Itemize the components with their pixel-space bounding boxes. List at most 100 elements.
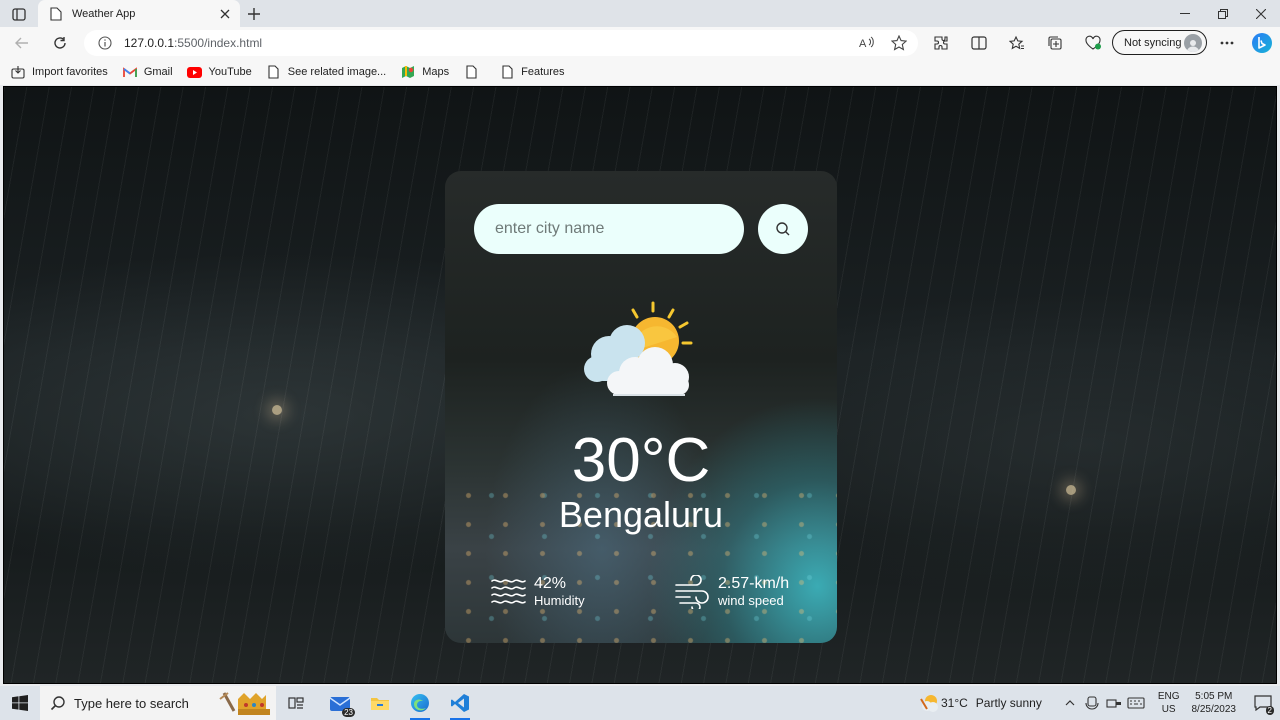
restore-icon[interactable] xyxy=(1204,0,1242,27)
taskbar-weather-desc: Partly sunny xyxy=(975,696,1042,710)
wind-label: wind speed xyxy=(718,593,784,608)
street-lamp-glow xyxy=(272,405,282,415)
tab-strip: Weather App xyxy=(0,0,1280,27)
favorite-label: Import favorites xyxy=(32,66,108,78)
url-path: :5500/index.html xyxy=(174,36,263,50)
search-icon xyxy=(50,696,65,711)
search-icon xyxy=(776,222,790,236)
favorite-label: Features xyxy=(521,66,565,78)
taskbar-weather-temp: 31°C xyxy=(940,696,968,710)
favorites-bar: Import favorites Gmail YouTube See relat… xyxy=(0,59,1280,85)
humidity-waves-icon xyxy=(491,579,526,604)
humidity-label: Humidity xyxy=(534,593,585,608)
system-tray: 31°C Partly sunny ENG US 5:05 PM 8/25/20… xyxy=(919,686,1280,720)
collections-icon[interactable] xyxy=(1042,32,1068,54)
split-screen-icon[interactable] xyxy=(966,32,992,54)
page-icon xyxy=(499,64,515,80)
favorite-label: See related image... xyxy=(287,66,387,78)
language-code: ENG xyxy=(1157,691,1180,702)
search-button[interactable] xyxy=(758,204,808,254)
mail-badge: 23 xyxy=(342,708,355,717)
bing-copilot-icon[interactable] xyxy=(1249,32,1275,54)
taskbar: Type here to search 23 31°C Partly sunny… xyxy=(0,686,1280,720)
window-controls xyxy=(1166,0,1280,27)
read-aloud-icon[interactable]: A xyxy=(854,33,880,53)
clock[interactable]: 5:05 PM 8/25/2023 xyxy=(1192,690,1237,716)
clock-date: 8/25/2023 xyxy=(1191,704,1237,715)
toolbar-icons xyxy=(928,32,1118,54)
tab-title: Weather App xyxy=(72,7,136,20)
windows-start-icon[interactable] xyxy=(0,686,40,720)
network-icon[interactable] xyxy=(1104,693,1124,713)
sync-label: Not syncing xyxy=(1124,36,1182,49)
notification-center-icon[interactable]: 2 xyxy=(1250,686,1276,720)
city-name: Bengaluru xyxy=(558,494,724,535)
settings-more-icon[interactable] xyxy=(1215,32,1239,54)
favorite-features[interactable]: Features xyxy=(499,64,565,80)
favorite-label: Maps xyxy=(422,66,450,78)
avatar xyxy=(1184,33,1202,52)
taskbar-search-text: Type here to search xyxy=(74,695,189,711)
close-window-icon[interactable] xyxy=(1242,0,1280,27)
favorite-label: Gmail xyxy=(143,66,173,78)
gmail-icon xyxy=(122,64,138,80)
keyboard-icon[interactable] xyxy=(1126,693,1146,713)
youtube-icon xyxy=(187,64,203,80)
tab-actions-icon[interactable] xyxy=(8,4,30,24)
favorite-youtube[interactable]: YouTube xyxy=(187,64,252,80)
city-search-input[interactable] xyxy=(474,204,744,254)
wind-block: 2.57-km/h wind speed xyxy=(674,575,789,609)
clock-time: 5:05 PM xyxy=(1195,691,1233,702)
language-indicator[interactable]: ENG US xyxy=(1158,690,1180,716)
street-lamp-glow xyxy=(1066,485,1076,495)
notification-badge: 2 xyxy=(1265,706,1274,715)
favorite-untitled[interactable] xyxy=(463,64,485,80)
meet-now-icon[interactable] xyxy=(1082,693,1102,713)
svg-text:A: A xyxy=(859,38,867,50)
partly-sunny-icon xyxy=(920,695,938,712)
favorite-import[interactable]: Import favorites xyxy=(10,64,108,80)
region-code: US xyxy=(1161,704,1176,715)
profile-sync-button[interactable]: Not syncing xyxy=(1112,30,1207,55)
url-host: 127.0.0.1 xyxy=(124,36,175,50)
wind-icon xyxy=(675,575,709,609)
page-icon xyxy=(266,64,282,80)
favorite-label: YouTube xyxy=(208,66,252,78)
favorite-gmail[interactable]: Gmail xyxy=(122,64,173,80)
vscode-icon[interactable] xyxy=(440,686,480,720)
back-icon[interactable] xyxy=(10,32,34,54)
tab-weather-app[interactable]: Weather App xyxy=(38,0,240,27)
site-info-icon[interactable] xyxy=(98,36,112,50)
taskbar-weather-widget[interactable]: 31°C Partly sunny xyxy=(919,693,1042,713)
page-viewport: 30°C Bengaluru 42% Humidity xyxy=(3,86,1277,684)
temperature: 30°C xyxy=(571,426,711,495)
partly-cloudy-icon xyxy=(584,301,693,396)
edge-browser-icon[interactable] xyxy=(400,686,440,720)
favorites-icon[interactable] xyxy=(1004,32,1030,54)
page-icon xyxy=(463,64,479,80)
browser-essentials-icon[interactable] xyxy=(1080,32,1106,54)
favorite-star-icon[interactable] xyxy=(886,33,912,53)
taskbar-search[interactable]: Type here to search xyxy=(40,686,276,720)
humidity-block: 42% Humidity xyxy=(490,575,585,609)
mail-app-icon[interactable]: 23 xyxy=(320,686,360,720)
weather-card: 30°C Bengaluru 42% Humidity xyxy=(445,171,837,643)
favorite-maps[interactable]: Maps xyxy=(400,64,449,80)
chevron-up-icon[interactable] xyxy=(1060,693,1080,713)
close-tab-icon[interactable] xyxy=(216,5,234,23)
maps-icon xyxy=(400,64,416,80)
wind-value: 2.57-km/h xyxy=(718,575,790,592)
file-explorer-icon[interactable] xyxy=(360,686,400,720)
import-icon xyxy=(10,64,26,80)
browser-toolbar: 127.0.0.1:5500/index.html A Not syncing xyxy=(0,27,1280,59)
minimize-icon[interactable] xyxy=(1166,0,1204,27)
refresh-icon[interactable] xyxy=(48,32,72,54)
address-bar[interactable]: 127.0.0.1:5500/index.html A xyxy=(84,30,918,56)
task-view-icon[interactable] xyxy=(276,686,316,720)
new-tab-button[interactable] xyxy=(244,4,264,24)
favorite-related-images[interactable]: See related image... xyxy=(266,64,386,80)
search-highlight-icon xyxy=(219,692,270,715)
url-text[interactable]: 127.0.0.1:5500/index.html xyxy=(124,36,854,50)
extensions-icon[interactable] xyxy=(928,32,954,54)
page-icon xyxy=(50,6,62,21)
